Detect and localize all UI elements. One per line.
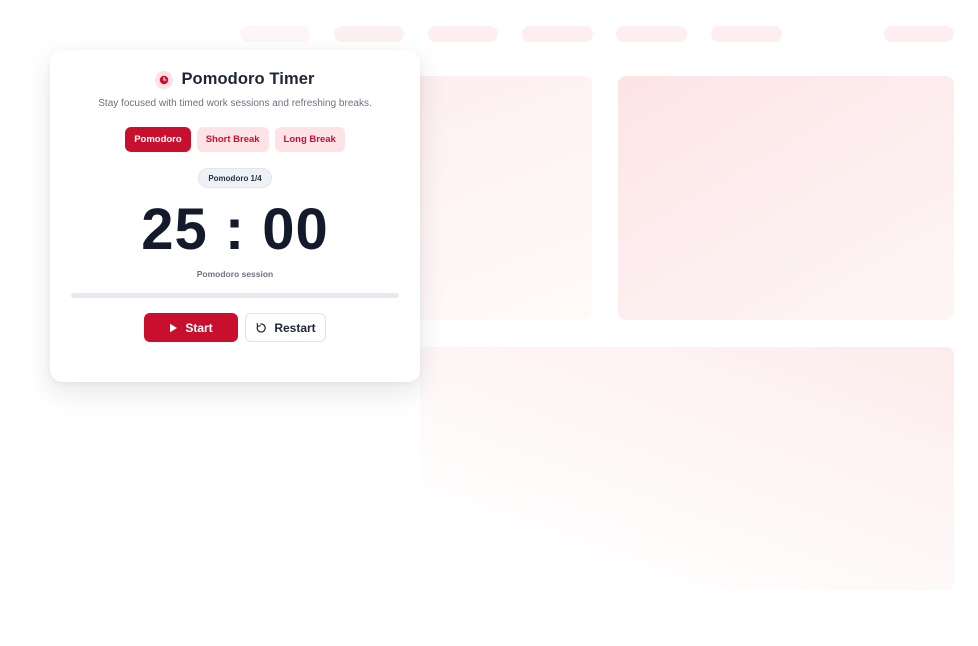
page-title: Pomodoro Timer	[181, 70, 315, 88]
clock-icon	[155, 70, 174, 89]
placeholder-nav-pill	[711, 26, 782, 42]
placeholder-nav-pill	[522, 26, 593, 42]
placeholder-nav-pill	[240, 26, 310, 42]
page-subtitle: Stay focused with timed work sessions an…	[98, 98, 372, 109]
card-header: Pomodoro Timer	[50, 70, 420, 89]
placeholder-nav-pill	[334, 26, 404, 42]
progress-bar	[71, 293, 399, 298]
start-button[interactable]: Start	[144, 313, 238, 342]
pomodoro-counter-badge: Pomodoro 1/4	[198, 168, 272, 188]
start-button-label: Start	[185, 320, 213, 335]
placeholder-panel	[420, 347, 954, 590]
tab-long-break[interactable]: Long Break	[274, 127, 345, 152]
mode-tabs: Pomodoro Short Break Long Break	[50, 127, 420, 152]
placeholder-nav-pill	[884, 26, 954, 42]
placeholder-panel	[618, 76, 954, 320]
restart-button[interactable]: Restart	[245, 313, 326, 342]
restart-button-label: Restart	[274, 320, 316, 335]
pomodoro-card: Pomodoro Timer Stay focused with timed w…	[50, 50, 420, 382]
timer-controls: Start Restart	[50, 313, 420, 342]
tab-short-break[interactable]: Short Break	[196, 127, 269, 152]
placeholder-nav-pill	[428, 26, 498, 42]
restart-icon	[255, 322, 267, 334]
timer-display: 25 : 00	[141, 197, 329, 262]
placeholder-nav-pill	[616, 26, 687, 42]
app-stage: Pomodoro Timer Stay focused with timed w…	[0, 0, 978, 646]
tab-pomodoro[interactable]: Pomodoro	[125, 127, 191, 152]
session-label: Pomodoro session	[196, 269, 274, 279]
play-icon	[169, 323, 178, 333]
